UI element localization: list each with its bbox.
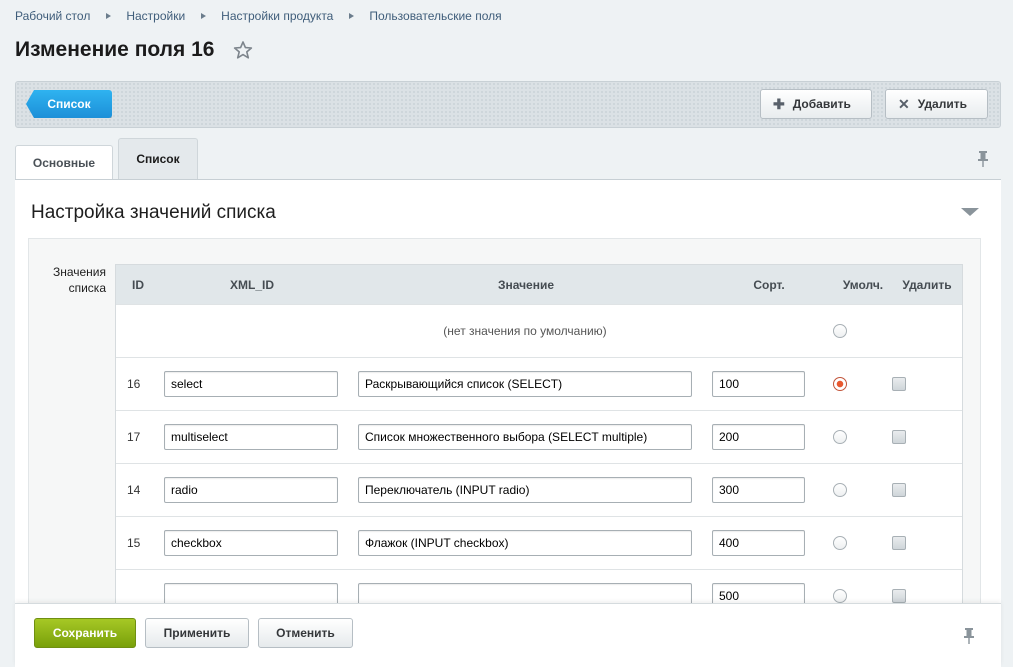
section-title: Настройка значений списка	[31, 202, 276, 223]
tab-main[interactable]: Основные	[15, 145, 113, 179]
row-id: 15	[127, 536, 141, 550]
toolbar: Список ✚ Добавить ✕ Удалить	[15, 81, 1001, 128]
value-input[interactable]: Флажок (INPUT checkbox)	[358, 530, 692, 556]
default-radio[interactable]	[833, 430, 847, 444]
page-title: Изменение поля 16	[15, 38, 215, 61]
value-input[interactable]: Список множественного выбора (SELECT mul…	[358, 424, 692, 450]
breadcrumb-settings[interactable]: Настройки	[126, 9, 185, 23]
add-button-label: Добавить	[792, 97, 851, 111]
grid-header: ID XML_ID Значение Сорт. Умолч. Удалить	[116, 265, 962, 304]
no-default-row: (нет значения по умолчанию)	[116, 304, 962, 357]
breadcrumb-separator-icon	[201, 13, 207, 19]
tab-list[interactable]: Список	[118, 138, 198, 179]
star-icon[interactable]	[233, 40, 253, 60]
breadcrumb-separator-icon	[106, 13, 112, 19]
default-radio[interactable]	[833, 377, 847, 391]
xml-id-input[interactable]: radio	[164, 477, 338, 503]
plus-icon: ✚	[773, 95, 785, 112]
row-id: 14	[127, 483, 141, 497]
row-id: 16	[127, 377, 141, 391]
delete-button-label: Удалить	[917, 97, 967, 111]
pin-icon[interactable]	[976, 150, 990, 168]
xml-id-input[interactable]: select	[164, 371, 338, 397]
breadcrumb: Рабочий стол Настройки Настройки продукт…	[15, 8, 502, 24]
breadcrumb-product-settings[interactable]: Настройки продукта	[221, 9, 333, 23]
row-id: 17	[127, 430, 141, 444]
settings-panel: Настройка значений списка Значения списк…	[15, 179, 1001, 667]
collapse-arrow-icon[interactable]	[961, 208, 979, 216]
header-default: Умолч.	[842, 277, 884, 292]
header-delete: Удалить	[902, 277, 952, 292]
value-input[interactable]: Раскрывающийся список (SELECT)	[358, 371, 692, 397]
sort-input[interactable]: 400	[712, 530, 805, 556]
table-row: 17 multiselect Список множественного выбор…	[116, 410, 962, 463]
header-id: ID	[132, 277, 144, 292]
sort-input[interactable]: 100	[712, 371, 805, 397]
add-button[interactable]: ✚ Добавить	[760, 89, 872, 119]
header-xml-id: XML_ID	[229, 277, 274, 292]
default-radio-none[interactable]	[833, 324, 847, 338]
header-value: Значение	[497, 277, 555, 292]
xml-id-input[interactable]: checkbox	[164, 530, 338, 556]
xml-id-input[interactable]: multiselect	[164, 424, 338, 450]
delete-checkbox[interactable]	[892, 589, 906, 603]
save-button[interactable]: Сохранить	[34, 618, 136, 648]
default-radio[interactable]	[833, 589, 847, 603]
no-default-label: (нет значения по умолчанию)	[443, 324, 607, 338]
default-radio[interactable]	[833, 483, 847, 497]
footer: Сохранить Применить Отменить	[15, 603, 1001, 667]
delete-button[interactable]: ✕ Удалить	[885, 89, 988, 119]
sort-input[interactable]: 200	[712, 424, 805, 450]
breadcrumb-separator-icon	[349, 13, 355, 19]
delete-checkbox[interactable]	[892, 430, 906, 444]
pin-icon[interactable]	[962, 627, 976, 645]
apply-button[interactable]: Применить	[145, 618, 249, 648]
values-grid: ID XML_ID Значение Сорт. Умолч. Удалить …	[115, 264, 963, 623]
value-input[interactable]: Переключатель (INPUT radio)	[358, 477, 692, 503]
close-icon: ✕	[898, 95, 910, 112]
cancel-button[interactable]: Отменить	[258, 618, 353, 648]
default-radio[interactable]	[833, 536, 847, 550]
values-label: Значения списка	[52, 265, 106, 295]
delete-checkbox[interactable]	[892, 483, 906, 497]
table-row: 15 checkbox Флажок (INPUT checkbox) 400	[116, 516, 962, 569]
delete-checkbox[interactable]	[892, 377, 906, 391]
breadcrumb-user-fields[interactable]: Пользовательские поля	[369, 9, 501, 23]
header-sort: Сорт.	[753, 277, 785, 292]
table-row: 14 radio Переключатель (INPUT radio) 300	[116, 463, 962, 516]
table-row: 16 select Раскрывающийся список (SELECT) 10…	[116, 357, 962, 410]
back-to-list-button[interactable]: Список	[26, 90, 112, 118]
sort-input[interactable]: 300	[712, 477, 805, 503]
delete-checkbox[interactable]	[892, 536, 906, 550]
breadcrumb-desktop[interactable]: Рабочий стол	[15, 9, 90, 23]
